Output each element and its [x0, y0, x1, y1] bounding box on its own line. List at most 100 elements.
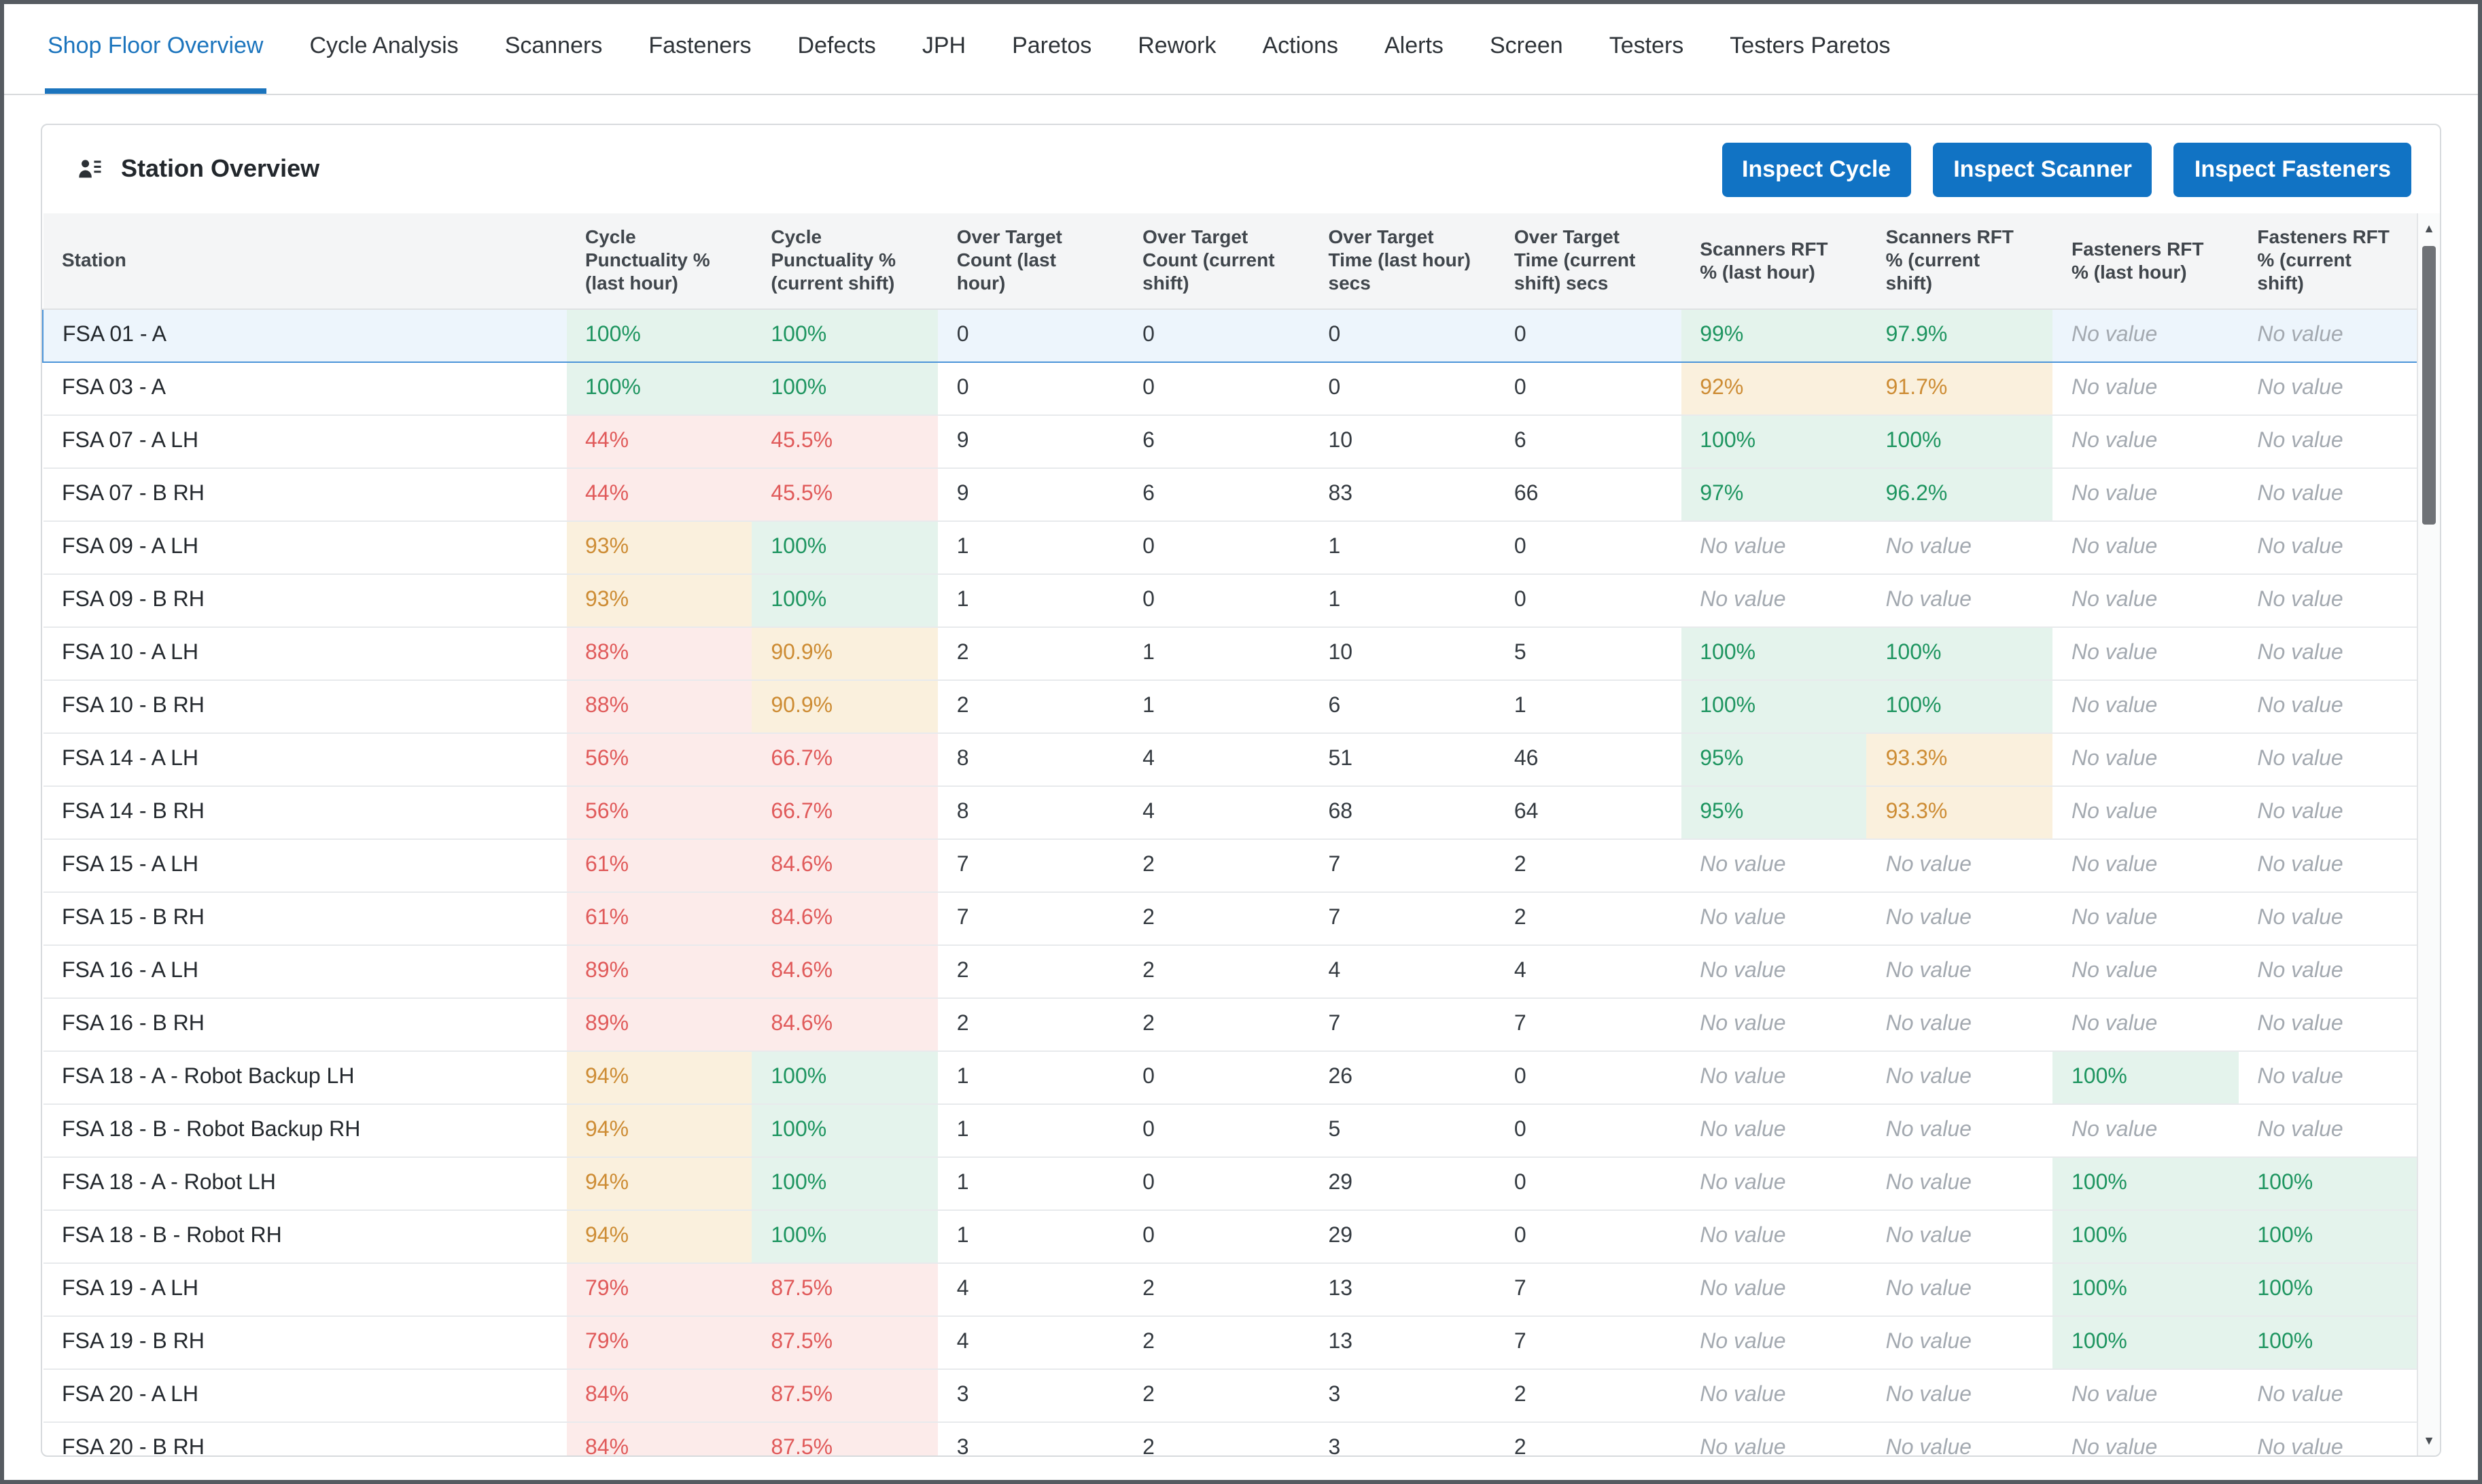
inspect-cycle-button[interactable]: Inspect Cycle [1721, 142, 1911, 196]
tab-testers-paretos[interactable]: Testers Paretos [1727, 4, 1893, 94]
value-cell: 100% [2238, 1262, 2424, 1315]
tab-jph[interactable]: JPH [920, 4, 968, 94]
table-row[interactable]: FSA 19 - A LH79%87.5%42137No valueNo val… [43, 1262, 2424, 1315]
tab-rework[interactable]: Rework [1135, 4, 1219, 94]
table-row[interactable]: FSA 03 - A100%100%000092%91.7%No valueNo… [43, 361, 2424, 414]
value-cell: 93% [566, 573, 752, 626]
tab-alerts[interactable]: Alerts [1382, 4, 1446, 94]
value-cell: No value [2052, 944, 2238, 997]
table-row[interactable]: FSA 18 - A - Robot Backup LH94%100%10260… [43, 1050, 2424, 1103]
value-cell: No value [2238, 1368, 2424, 1421]
value-cell: 7 [1495, 997, 1681, 1050]
station-cell: FSA 14 - A LH [43, 732, 566, 785]
table-row[interactable]: FSA 19 - B RH79%87.5%42137No valueNo val… [43, 1315, 2424, 1368]
value-cell: 100% [1681, 626, 1866, 679]
column-header-scanners-rft-current-shift: Scanners RFT % (current shift) [1867, 213, 2052, 308]
value-cell: 0 [1123, 1209, 1309, 1262]
value-cell: 0 [1123, 573, 1309, 626]
value-cell: No value [2052, 414, 2238, 467]
value-cell: 95% [1681, 785, 1866, 838]
table-row[interactable]: FSA 18 - B - Robot RH94%100%10290No valu… [43, 1209, 2424, 1262]
table-row[interactable]: FSA 15 - A LH61%84.6%7272No valueNo valu… [43, 838, 2424, 891]
value-cell: 0 [1123, 520, 1309, 573]
value-cell: 0 [1495, 361, 1681, 414]
value-cell: 66.7% [752, 732, 937, 785]
table-row[interactable]: FSA 18 - B - Robot Backup RH94%100%1050N… [43, 1103, 2424, 1156]
card-title-group: Station Overview [75, 154, 319, 184]
value-cell: No value [1867, 1050, 2052, 1103]
value-cell: No value [1681, 997, 1866, 1050]
value-cell: 87.5% [752, 1315, 937, 1368]
value-cell: 4 [1310, 944, 1495, 997]
table-row[interactable]: FSA 14 - B RH56%66.7%84686495%93.3%No va… [43, 785, 2424, 838]
column-header-over-target-count-last-hour: Over Target Count (last hour) [938, 213, 1123, 308]
tab-paretos[interactable]: Paretos [1009, 4, 1094, 94]
value-cell: 4 [1495, 944, 1681, 997]
value-cell: 1 [938, 573, 1123, 626]
tab-defects[interactable]: Defects [795, 4, 879, 94]
table-row[interactable]: FSA 14 - A LH56%66.7%84514695%93.3%No va… [43, 732, 2424, 785]
column-header-cycle-punctuality-last-hour: Cycle Punctuality % (last hour) [566, 213, 752, 308]
value-cell: 91.7% [1867, 361, 2052, 414]
vertical-scrollbar[interactable]: ▲ ▼ [2417, 213, 2440, 1455]
value-cell: No value [2052, 308, 2238, 361]
value-cell: 7 [1310, 997, 1495, 1050]
value-cell: 7 [938, 838, 1123, 891]
value-cell: 87.5% [752, 1368, 937, 1421]
value-cell: 26 [1310, 1050, 1495, 1103]
value-cell: No value [1867, 891, 2052, 944]
value-cell: 0 [1495, 1156, 1681, 1209]
table-row[interactable]: FSA 07 - A LH44%45.5%96106100%100%No val… [43, 414, 2424, 467]
value-cell: 1 [938, 1156, 1123, 1209]
table-row[interactable]: FSA 01 - A100%100%000099%97.9%No valueNo… [43, 308, 2424, 361]
scroll-up-icon[interactable]: ▲ [2418, 216, 2440, 241]
value-cell: 9 [938, 414, 1123, 467]
column-header-station: Station [43, 213, 566, 308]
station-cell: FSA 07 - A LH [43, 414, 566, 467]
value-cell: 7 [1495, 1315, 1681, 1368]
table-row[interactable]: FSA 09 - B RH93%100%1010No valueNo value… [43, 573, 2424, 626]
value-cell: 7 [1310, 891, 1495, 944]
value-cell: No value [1681, 891, 1866, 944]
value-cell: No value [2052, 573, 2238, 626]
value-cell: 5 [1495, 626, 1681, 679]
value-cell: No value [1681, 944, 1866, 997]
table-row[interactable]: FSA 20 - B RH84%87.5%3232No valueNo valu… [43, 1421, 2424, 1455]
tab-fasteners[interactable]: Fasteners [646, 4, 754, 94]
value-cell: 100% [752, 1156, 937, 1209]
value-cell: 5 [1310, 1103, 1495, 1156]
table-row[interactable]: FSA 15 - B RH61%84.6%7272No valueNo valu… [43, 891, 2424, 944]
scroll-down-icon[interactable]: ▼ [2418, 1428, 2440, 1453]
tab-actions[interactable]: Actions [1260, 4, 1342, 94]
value-cell: No value [2238, 361, 2424, 414]
inspect-fasteners-button[interactable]: Inspect Fasteners [2174, 142, 2411, 196]
value-cell: 2 [938, 997, 1123, 1050]
tab-scanners[interactable]: Scanners [502, 4, 606, 94]
value-cell: No value [2052, 626, 2238, 679]
value-cell: 4 [1123, 785, 1309, 838]
tab-testers[interactable]: Testers [1607, 4, 1687, 94]
value-cell: 45.5% [752, 414, 937, 467]
value-cell: No value [2052, 520, 2238, 573]
value-cell: No value [2238, 891, 2424, 944]
table-row[interactable]: FSA 16 - A LH89%84.6%2244No valueNo valu… [43, 944, 2424, 997]
value-cell: 100% [2238, 1315, 2424, 1368]
value-cell: 1 [1123, 679, 1309, 732]
value-cell: 46 [1495, 732, 1681, 785]
value-cell: No value [1681, 1421, 1866, 1455]
table-row[interactable]: FSA 16 - B RH89%84.6%2277No valueNo valu… [43, 997, 2424, 1050]
inspect-scanner-button[interactable]: Inspect Scanner [1933, 142, 2152, 196]
column-header-over-target-time-current-shift-secs: Over Target Time (current shift) secs [1495, 213, 1681, 308]
table-row[interactable]: FSA 07 - B RH44%45.5%96836697%96.2%No va… [43, 467, 2424, 520]
table-row[interactable]: FSA 09 - A LH93%100%1010No valueNo value… [43, 520, 2424, 573]
table-row[interactable]: FSA 20 - A LH84%87.5%3232No valueNo valu… [43, 1368, 2424, 1421]
value-cell: No value [1681, 838, 1866, 891]
tab-screen[interactable]: Screen [1487, 4, 1566, 94]
table-row[interactable]: FSA 18 - A - Robot LH94%100%10290No valu… [43, 1156, 2424, 1209]
table-row[interactable]: FSA 10 - B RH88%90.9%2161100%100%No valu… [43, 679, 2424, 732]
value-cell: 100% [752, 308, 937, 361]
tab-cycle-analysis[interactable]: Cycle Analysis [307, 4, 461, 94]
scrollbar-thumb[interactable] [2422, 246, 2436, 525]
table-row[interactable]: FSA 10 - A LH88%90.9%21105100%100%No val… [43, 626, 2424, 679]
tab-shop-floor-overview[interactable]: Shop Floor Overview [45, 4, 266, 94]
